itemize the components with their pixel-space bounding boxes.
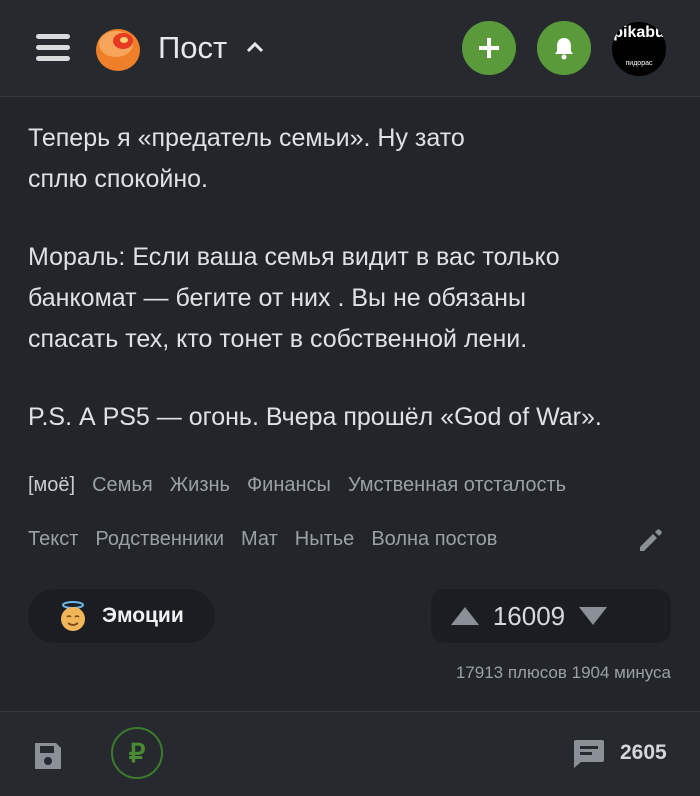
post-line: Теперь я «предатель семьи». Ну зато [28, 124, 465, 152]
post-line: банкомат — бегите от них . Вы не обязаны [28, 284, 526, 312]
pikabu-logo[interactable] [92, 22, 144, 74]
tag[interactable]: Текст [28, 528, 78, 550]
avatar-text: pikabu [613, 24, 665, 41]
page-title-text: Пост [158, 30, 228, 65]
tag[interactable]: Мат [241, 528, 278, 550]
post-paragraph: Мораль: Если ваша семья видит в вас толь… [28, 237, 668, 360]
post-paragraph: P.S. А PS5 — огонь. Вчера прошёл «God of… [28, 397, 668, 438]
notifications-button[interactable] [537, 21, 591, 75]
upvote-triangle-icon[interactable] [450, 605, 480, 627]
chevron-up-icon [246, 41, 263, 52]
post-line: спасать тех, кто тонет в собственной лен… [28, 325, 528, 353]
tag[interactable]: Волна постов [371, 528, 497, 550]
comment-icon[interactable] [571, 738, 605, 770]
post-line: сплю спокойно. [28, 165, 209, 193]
menu-icon[interactable] [36, 30, 70, 64]
votes-summary: 17913 плюсов 1904 минуса [455, 663, 671, 682]
post-line: P.S. А PS5 — огонь. Вчера прошёл «God of… [28, 403, 602, 431]
angel-face-icon [61, 601, 85, 631]
page-title[interactable]: Пост [158, 28, 264, 68]
tags-row: [моё] Семья Жизнь Финансы Умственная отстало… [28, 474, 648, 497]
add-post-button[interactable] [462, 21, 516, 75]
avatar-subtext: пидорас [625, 60, 653, 67]
emotions-button[interactable]: Эмоции [28, 589, 215, 643]
tag[interactable]: Нытье [295, 528, 355, 550]
save-icon[interactable] [33, 741, 63, 771]
post-content: Теперь я «предатель семьи». Ну зато сплю… [28, 118, 668, 438]
tag[interactable]: Родственники [95, 528, 224, 550]
avatar[interactable]: pikabu пидорас [612, 22, 666, 76]
tag[interactable]: Семья [92, 474, 153, 496]
tags-row: Текст Родственники Мат Нытье Волна постов [28, 528, 648, 551]
tag[interactable]: Финансы [247, 474, 331, 496]
plus-icon [479, 38, 499, 58]
bell-icon [555, 38, 573, 60]
post-line: Мораль: Если ваша семья видит в вас толь… [28, 243, 560, 271]
downvote-triangle-icon[interactable] [578, 605, 608, 627]
tag[interactable]: Умственная отсталость [348, 474, 566, 496]
comments-count[interactable]: 2605 [620, 741, 667, 765]
donate-button[interactable]: ₽ [111, 727, 163, 779]
rating-score: 16009 [492, 600, 566, 631]
pencil-icon[interactable] [636, 527, 664, 555]
ruble-icon: ₽ [128, 738, 146, 768]
tag[interactable]: Жизнь [170, 474, 230, 496]
tag-moe[interactable]: [моё] [28, 474, 75, 496]
rating-widget: 16009 [431, 589, 671, 643]
post-paragraph: Теперь я «предатель семьи». Ну зато сплю… [28, 118, 668, 200]
emotions-label: Эмоции [102, 604, 184, 627]
